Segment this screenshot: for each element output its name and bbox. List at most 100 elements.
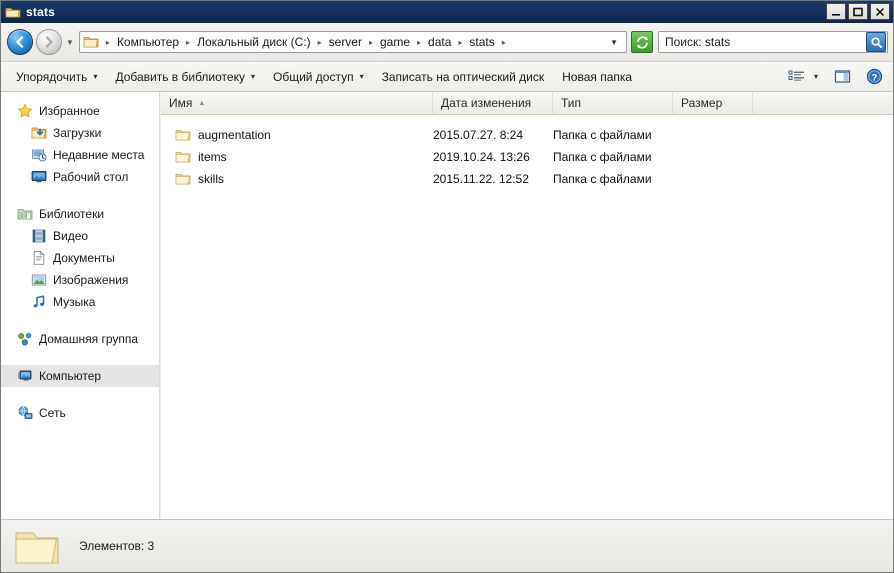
sidebar-item-downloads[interactable]: Загрузки	[1, 122, 159, 144]
breadcrumb[interactable]: ▸ Компьютер ▸ Локальный диск (C:) ▸ serv…	[78, 31, 627, 53]
breadcrumb-item-2[interactable]: server	[327, 34, 364, 50]
sidebar-item-desktop[interactable]: Рабочий стол	[1, 166, 159, 188]
organize-button[interactable]: Упорядочить ▾	[7, 66, 106, 88]
breadcrumb-separator: ▸	[368, 37, 373, 47]
sidebar-label-homegroup: Домашняя группа	[39, 332, 139, 346]
chevron-down-icon: ▾	[359, 72, 364, 81]
close-button[interactable]	[870, 3, 890, 20]
sort-ascending-icon: ▲	[198, 99, 206, 107]
file-name: skills	[198, 172, 224, 186]
table-row[interactable]: augmentation 2015.07.27. 8:24 Папка с фа…	[161, 124, 893, 146]
search-icon[interactable]	[866, 32, 886, 52]
folder-icon	[175, 150, 191, 164]
sidebar-item-network[interactable]: Сеть	[1, 402, 159, 424]
file-type: Папка с файлами	[553, 172, 652, 186]
refresh-icon[interactable]	[631, 31, 653, 53]
breadcrumb-item-1[interactable]: Локальный диск (C:)	[195, 34, 313, 50]
network-icon	[17, 405, 33, 421]
breadcrumb-item-0[interactable]: Компьютер	[115, 34, 181, 50]
window-folder-icon	[5, 4, 21, 20]
file-type: Папка с файлами	[553, 128, 652, 142]
sidebar-item-documents[interactable]: Документы	[1, 247, 159, 269]
file-name-cell: items	[161, 150, 433, 164]
status-bar: Элементов: 3	[1, 519, 893, 572]
add-to-library-label: Добавить в библиотеку	[115, 69, 245, 84]
history-chevron-down-icon[interactable]: ▼	[66, 38, 74, 47]
view-caret: ▾	[813, 72, 818, 81]
chevron-down-icon: ▾	[250, 72, 255, 81]
breadcrumb-separator: ▸	[417, 37, 422, 47]
folder-icon	[175, 128, 191, 142]
sidebar-label-libraries: Библиотеки	[39, 207, 105, 221]
file-name: augmentation	[198, 128, 271, 142]
minimize-button[interactable]	[826, 3, 846, 20]
navigation-pane[interactable]: Избранное Загрузки Недавние места Рабочи…	[1, 92, 160, 519]
file-list-pane[interactable]: Имя ▲ Дата изменения Тип Размер augmenta…	[161, 92, 893, 519]
file-name-cell: augmentation	[161, 128, 433, 142]
column-label-type: Тип	[561, 96, 582, 110]
sidebar-item-recent-places[interactable]: Недавние места	[1, 144, 159, 166]
sidebar-label-favorites: Избранное	[39, 104, 100, 118]
help-icon[interactable]: ?	[862, 65, 887, 89]
share-button[interactable]: Общий доступ ▾	[264, 66, 373, 88]
sidebar-item-pictures[interactable]: Изображения	[1, 269, 159, 291]
sidebar-item-video[interactable]: Видео	[1, 225, 159, 247]
burn-to-disc-button[interactable]: Записать на оптический диск	[373, 66, 554, 88]
column-label-name: Имя	[169, 96, 193, 110]
downloads-icon	[31, 125, 47, 141]
breadcrumb-separator: ▸	[501, 37, 506, 47]
column-header-date[interactable]: Дата изменения	[433, 92, 553, 114]
table-row[interactable]: items 2019.10.24. 13:26 Папка с файлами	[161, 146, 893, 168]
back-arrow-icon[interactable]	[7, 29, 33, 55]
library-icon	[17, 206, 33, 222]
breadcrumb-separator: ▸	[186, 37, 191, 47]
sidebar-item-libraries[interactable]: Библиотеки	[1, 203, 159, 225]
breadcrumb-separator: ▸	[458, 37, 463, 47]
search-input[interactable]: Поиск: stats	[658, 31, 888, 53]
breadcrumb-item-3[interactable]: game	[378, 34, 412, 50]
sidebar-item-favorites[interactable]: Избранное	[1, 100, 159, 122]
breadcrumb-item-5[interactable]: stats	[467, 34, 496, 50]
view-options-chevron-down-icon[interactable]: ▾	[810, 65, 822, 89]
column-header-type[interactable]: Тип	[553, 92, 673, 114]
breadcrumb-separator: ▸	[317, 37, 322, 47]
sidebar-item-homegroup[interactable]: Домашняя группа	[1, 328, 159, 350]
view-options-icon[interactable]	[784, 65, 810, 89]
breadcrumb-separator: ▸	[105, 37, 110, 47]
add-to-library-button[interactable]: Добавить в библиотеку ▾	[106, 66, 264, 88]
file-list-top-gap	[161, 115, 893, 124]
breadcrumb-chevron-down-icon[interactable]: ▼	[604, 38, 624, 47]
maximize-button[interactable]	[848, 3, 868, 20]
status-item-count: Элементов: 3	[79, 539, 155, 553]
video-icon	[31, 228, 47, 244]
sidebar-item-computer[interactable]: Компьютер	[1, 365, 159, 387]
file-name-cell: skills	[161, 172, 433, 186]
table-row[interactable]: skills 2015.11.22. 12:52 Папка с файлами	[161, 168, 893, 190]
file-date: 2015.11.22. 12:52	[433, 172, 529, 186]
window-controls	[826, 3, 890, 20]
new-folder-button[interactable]: Новая папка	[553, 66, 641, 88]
organize-label: Упорядочить	[16, 69, 88, 84]
sidebar-label-music: Музыка	[53, 295, 96, 309]
music-icon	[31, 294, 47, 310]
breadcrumb-folder-icon	[83, 35, 99, 49]
preview-pane-icon[interactable]	[830, 65, 856, 89]
breadcrumb-item-4[interactable]: data	[426, 34, 453, 50]
computer-icon	[17, 368, 33, 384]
command-toolbar: Упорядочить ▾ Добавить в библиотеку ▾ Об…	[1, 62, 893, 92]
column-header-size[interactable]: Размер	[673, 92, 753, 114]
sidebar-label-network: Сеть	[39, 406, 66, 420]
sidebar-label-pictures: Изображения	[53, 273, 129, 287]
homegroup-icon	[17, 331, 33, 347]
address-bar: ▼ ▸ Компьютер ▸ Локальный диск (C:) ▸ se…	[1, 23, 893, 62]
column-header-filler	[753, 92, 893, 114]
explorer-window: stats ▼ ▸ Компьютер ▸ Локальный диск (C:…	[0, 0, 894, 573]
forward-arrow-icon[interactable]	[36, 29, 62, 55]
column-headers: Имя ▲ Дата изменения Тип Размер	[161, 92, 893, 115]
column-header-name[interactable]: Имя ▲	[161, 92, 433, 114]
sidebar-label-video: Видео	[53, 229, 89, 243]
sidebar-item-music[interactable]: Музыка	[1, 291, 159, 313]
